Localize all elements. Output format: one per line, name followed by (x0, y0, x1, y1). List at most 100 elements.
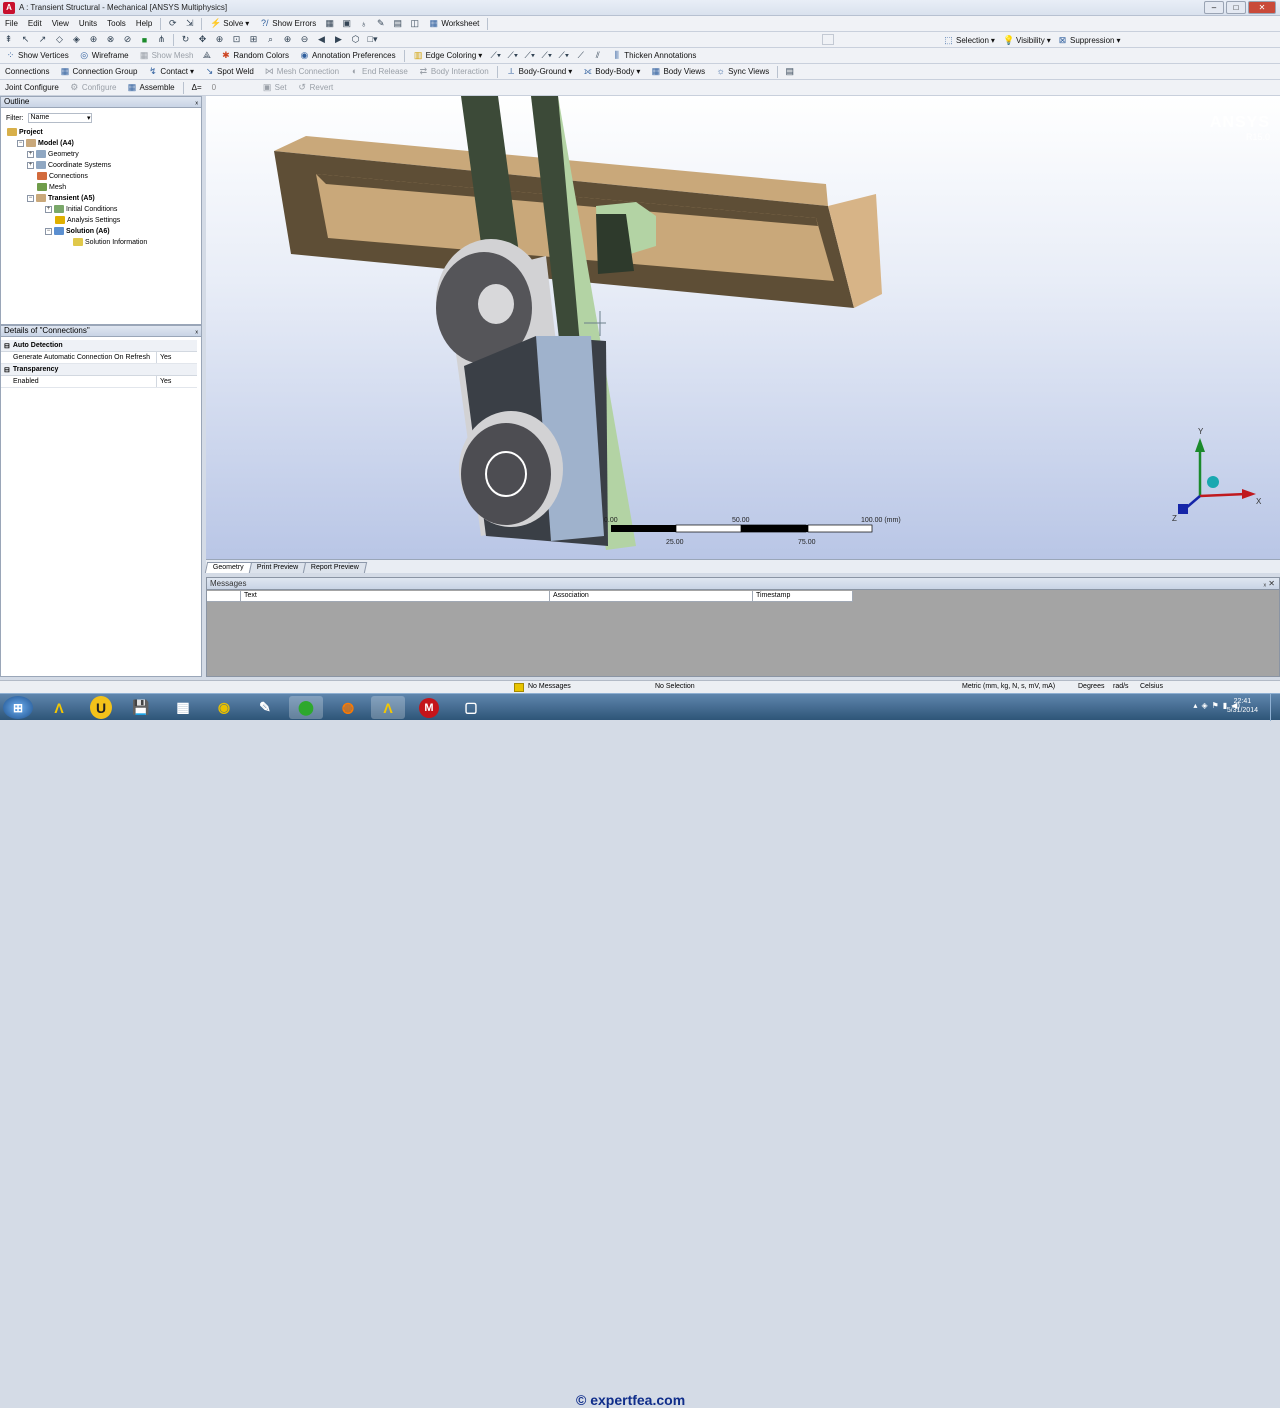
view-box-icon[interactable]: □▾ (365, 33, 380, 46)
edge-style-3-icon[interactable]: ⟋▾ (522, 49, 537, 62)
revert-button[interactable]: ↺ Revert (292, 81, 339, 95)
edge-style-4-icon[interactable]: ⟋▾ (539, 49, 554, 62)
column-association[interactable]: Association (550, 591, 753, 602)
body-select-icon[interactable]: ◈ (69, 33, 84, 46)
annotation-preferences-button[interactable]: ◉ Annotation Preferences (294, 49, 401, 63)
tray-up-icon[interactable]: ▴ (1193, 701, 1197, 710)
menu-units[interactable]: Units (74, 17, 102, 31)
zoom-in-icon[interactable]: ⊕ (280, 33, 295, 46)
comment-icon[interactable]: ✎ (373, 17, 388, 30)
iso-view-icon[interactable]: ⬡ (348, 33, 363, 46)
wireframe-button[interactable]: ◎ Wireframe (74, 49, 134, 63)
zoom-fit-icon[interactable]: ⊞ (246, 33, 261, 46)
pin-icon[interactable]: ₓ (195, 97, 198, 107)
window-task[interactable]: ▢ (454, 696, 488, 719)
show-vertices-button[interactable]: ⁘ Show Vertices (0, 49, 74, 63)
save-task[interactable]: 💾 (124, 696, 158, 719)
vertex-select-icon[interactable]: ↖ (18, 33, 33, 46)
zoom-out-icon[interactable]: ⊖ (297, 33, 312, 46)
tree-item[interactable]: − Transient (A5) (27, 193, 95, 203)
filter-select[interactable]: Name ▾ (27, 113, 92, 123)
column-timestamp[interactable]: Timestamp (753, 591, 853, 602)
chart-icon[interactable]: ◫ (407, 17, 422, 30)
worksheet-button[interactable]: ▦ Worksheet (423, 17, 484, 31)
column-text[interactable]: Text (241, 591, 550, 602)
ansys-workbench-task[interactable]: Λ (42, 696, 76, 719)
chrome-task[interactable]: ◉ (207, 696, 241, 719)
triangle-icon[interactable]: ⟁ (199, 49, 214, 62)
configure-button[interactable]: ⚙ Configure (64, 81, 122, 95)
green-cube-icon[interactable]: ■ (137, 33, 152, 46)
graphics-viewport[interactable]: Y X Z ANSYS R15.0 0.00 50.00 100.00 (mm)… (206, 96, 1280, 559)
tree-item[interactable]: Project (7, 127, 43, 137)
pin-close-icon[interactable]: ₓ ✕ (1263, 578, 1275, 589)
refresh-icon[interactable]: ⟳ (165, 17, 180, 30)
set-button[interactable]: ▣ Set (257, 81, 292, 95)
selection-button[interactable]: ⬚ Selection ▾ (938, 33, 1000, 47)
figure-icon[interactable]: ▤ (390, 17, 405, 30)
status-rate[interactable]: rad/s (1113, 683, 1129, 690)
edge-style-5-icon[interactable]: ⟋▾ (556, 49, 571, 62)
end-release-button[interactable]: ◐ End Release (344, 65, 413, 79)
delta-input[interactable]: 0 (207, 81, 257, 95)
collapse-icon[interactable]: − (45, 227, 52, 235)
edge-style-6-icon[interactable]: ⟋ (573, 49, 588, 62)
tree-item[interactable]: Mesh (37, 182, 66, 192)
menu-help[interactable]: Help (131, 17, 157, 31)
extend-select-icon[interactable]: ⊕ (86, 33, 101, 46)
edge-style-1-icon[interactable]: ⟋▾ (488, 49, 503, 62)
pan-icon[interactable]: ✥ (195, 33, 210, 46)
details-value[interactable]: Yes (157, 378, 171, 385)
details-row[interactable]: Generate Automatic Connection On Refresh… (1, 352, 197, 364)
rotate-icon[interactable]: ↻ (178, 33, 193, 46)
previous-view-icon[interactable]: ◀ (314, 33, 329, 46)
start-button[interactable]: ⊞ (3, 696, 33, 719)
details-value[interactable]: Yes (157, 354, 171, 361)
connection-group-button[interactable]: ▦ Connection Group (54, 65, 142, 79)
edge-select-icon[interactable]: ↗ (35, 33, 50, 46)
model-geometry[interactable]: Y X Z (206, 96, 1280, 559)
tab-report-preview[interactable]: Report Preview (302, 562, 367, 573)
pin-icon[interactable]: ₓ (195, 326, 198, 336)
clock[interactable]: 22:41 5/31/2014 (1227, 697, 1258, 715)
status-angle[interactable]: Degrees (1078, 683, 1104, 690)
status-messages[interactable]: No Messages (528, 683, 571, 690)
tree-item[interactable]: + Geometry (27, 149, 79, 159)
show-errors-button[interactable]: ?/Show Errors (254, 17, 321, 31)
body-interaction-button[interactable]: ⇄ Body Interaction (413, 65, 494, 79)
minimize-button[interactable]: – (1204, 1, 1224, 14)
magnifier-icon[interactable]: ⌕ (263, 33, 278, 46)
contact-button[interactable]: ↯ Contact ▾ (142, 65, 199, 79)
table-icon[interactable]: ▦ (322, 17, 337, 30)
tree-item[interactable]: + Coordinate Systems (27, 160, 111, 170)
probe-icon[interactable]: ♁ (356, 17, 371, 30)
image-icon[interactable]: ▣ (339, 17, 354, 30)
ansys-app-icon[interactable]: A (3, 1, 15, 14)
show-mesh-button[interactable]: ▦ Show Mesh (134, 49, 199, 63)
details-group-transparency[interactable]: ⊟ Transparency (1, 364, 197, 376)
menu-view[interactable]: View (47, 17, 74, 31)
tree-item[interactable]: − Model (A4) (17, 138, 74, 148)
edge-coloring-button[interactable]: ▥ Edge Coloring ▾ (408, 49, 488, 63)
spot-weld-button[interactable]: ↘ Spot Weld (199, 65, 259, 79)
notepad-task[interactable]: ✎ (248, 696, 282, 719)
show-desktop-button[interactable] (1270, 694, 1280, 721)
status-units[interactable]: Metric (mm, kg, N, s, mV, mA) (962, 683, 1055, 690)
details-row[interactable]: Enabled Yes (1, 376, 197, 388)
node-select-icon[interactable]: ⊗ (103, 33, 118, 46)
next-view-icon[interactable]: ▶ (331, 33, 346, 46)
tab-print-preview[interactable]: Print Preview (248, 562, 307, 573)
body-body-button[interactable]: ⟗ Body-Body ▾ (577, 65, 645, 79)
mega-task[interactable]: M (412, 696, 446, 719)
solve-button[interactable]: ⚡ Solve ▾ (205, 17, 254, 31)
tree-item[interactable]: Analysis Settings (55, 215, 120, 225)
mesh-connection-button[interactable]: ⋈ Mesh Connection (259, 65, 344, 79)
expand-icon[interactable]: + (45, 205, 52, 213)
edge-style-2-icon[interactable]: ⟋▾ (505, 49, 520, 62)
firefox-task[interactable]: ◍ (331, 696, 365, 719)
camtasia-task[interactable]: ⬤ (289, 696, 323, 719)
suppression-button[interactable]: ⊠ Suppression ▾ (1052, 33, 1126, 47)
tab-geometry[interactable]: Geometry (204, 562, 252, 573)
edge-style-7-icon[interactable]: ⫽ (590, 49, 605, 62)
face-select-icon[interactable]: ◇ (52, 33, 67, 46)
